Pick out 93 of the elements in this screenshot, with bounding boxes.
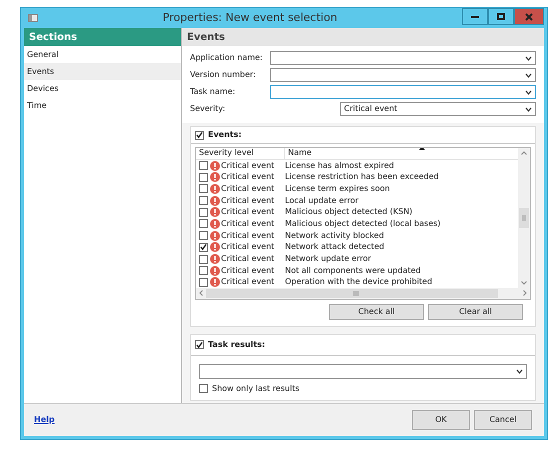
list-button[interactable]: Check all bbox=[329, 304, 424, 320]
checkbox[interactable] bbox=[199, 208, 208, 217]
checkbox[interactable] bbox=[195, 130, 204, 140]
checkbox[interactable] bbox=[199, 384, 208, 394]
maximize-button[interactable] bbox=[488, 8, 514, 25]
combo-field[interactable] bbox=[270, 51, 536, 65]
severity-cell-text: Critical event bbox=[221, 182, 276, 195]
help-link[interactable]: Help bbox=[34, 414, 55, 426]
caret-icon bbox=[525, 90, 532, 94]
severity-cell-text: Critical event bbox=[221, 218, 276, 230]
caret-icon bbox=[525, 56, 532, 60]
severity-cell-text: Critical event bbox=[221, 276, 276, 288]
error-icon bbox=[210, 207, 220, 218]
error-icon bbox=[210, 242, 220, 252]
scroll-up-icon[interactable] bbox=[521, 151, 527, 155]
checkbox[interactable] bbox=[199, 172, 208, 182]
name-cell: Network activity blocked bbox=[285, 230, 384, 242]
severity-cell-text: Critical event bbox=[221, 230, 276, 242]
caret-icon bbox=[525, 72, 532, 78]
error-icon bbox=[210, 196, 220, 206]
severity-cell-text: Critical event bbox=[221, 241, 276, 254]
close-button[interactable] bbox=[514, 8, 544, 25]
name-cell: Malicious object detected (local bases) bbox=[285, 218, 441, 230]
scroll-thumb[interactable] bbox=[206, 288, 498, 298]
error-icon bbox=[210, 266, 220, 276]
minimize-icon bbox=[471, 16, 479, 18]
dropdown[interactable] bbox=[199, 364, 527, 379]
severity-cell-text: Critical event bbox=[221, 264, 276, 277]
name-cell: Operation with the device prohibited bbox=[285, 276, 432, 288]
error-icon bbox=[210, 160, 220, 171]
name-cell: License restriction has been exceeded bbox=[285, 171, 439, 184]
error-icon bbox=[210, 277, 220, 288]
group-label: Task results: bbox=[208, 338, 266, 351]
checkbox[interactable] bbox=[199, 184, 208, 194]
error-icon bbox=[210, 230, 220, 241]
field-label: Task name: bbox=[190, 86, 236, 98]
severity-cell-text: Critical event bbox=[221, 206, 276, 218]
checkbox[interactable] bbox=[199, 266, 208, 276]
section-title: Events bbox=[182, 28, 544, 46]
checkbox[interactable] bbox=[199, 161, 208, 170]
checkbox[interactable] bbox=[199, 196, 208, 206]
severity-cell-text: Critical event bbox=[221, 194, 276, 207]
sidebar-item[interactable]: Time bbox=[24, 97, 181, 114]
scroll-left-icon[interactable] bbox=[199, 290, 203, 296]
error-icon bbox=[210, 184, 220, 194]
column-header[interactable]: Severity level bbox=[196, 148, 285, 160]
checkbox[interactable] bbox=[195, 340, 204, 350]
option-label: Show only last results bbox=[212, 382, 300, 395]
name-cell: Network attack detected bbox=[285, 241, 384, 254]
sidebar-title: Sections bbox=[24, 28, 181, 46]
field-label: Severity: bbox=[190, 103, 226, 115]
error-icon bbox=[210, 254, 220, 264]
checkbox[interactable] bbox=[199, 231, 208, 240]
window-title: Properties: New event selection bbox=[162, 10, 338, 26]
scroll-down-icon[interactable] bbox=[521, 280, 527, 285]
combo-field[interactable] bbox=[270, 85, 536, 99]
name-cell: Local update error bbox=[285, 194, 358, 207]
close-icon bbox=[525, 12, 533, 20]
vertical-scrollbar[interactable] bbox=[518, 148, 530, 288]
dialog-button[interactable]: OK bbox=[412, 410, 470, 430]
checkbox[interactable] bbox=[199, 254, 208, 264]
checkbox[interactable] bbox=[199, 242, 208, 252]
name-cell: Network update error bbox=[285, 253, 372, 266]
caret-icon bbox=[525, 106, 532, 112]
scroll-right-icon[interactable] bbox=[523, 290, 527, 296]
list-button[interactable]: Clear all bbox=[428, 304, 523, 320]
column-header[interactable]: Name bbox=[285, 148, 518, 160]
window-icon bbox=[28, 14, 38, 22]
group-label: Events: bbox=[208, 129, 242, 141]
horizontal-scrollbar[interactable] bbox=[196, 288, 530, 299]
checkbox[interactable] bbox=[199, 278, 208, 287]
severity-cell-text: Critical event bbox=[221, 160, 276, 172]
name-cell: License term expires soon bbox=[285, 182, 390, 195]
error-icon bbox=[210, 218, 220, 229]
name-cell: Malicious object detected (KSN) bbox=[285, 206, 412, 218]
field-label: Version number: bbox=[190, 69, 257, 81]
sidebar-item[interactable]: Devices bbox=[24, 80, 181, 97]
checkbox[interactable] bbox=[199, 219, 208, 228]
error-icon bbox=[210, 172, 220, 182]
severity-cell-text: Critical event bbox=[221, 253, 276, 266]
caret-icon bbox=[516, 368, 523, 374]
combo-field[interactable] bbox=[270, 68, 536, 82]
severity-cell-text: Critical event bbox=[221, 171, 276, 184]
field-label: Application name: bbox=[190, 52, 264, 64]
scroll-thumb[interactable] bbox=[519, 208, 529, 228]
name-cell: License has almost expired bbox=[285, 160, 394, 172]
dropdown[interactable]: Critical event bbox=[340, 102, 536, 116]
sidebar-item[interactable]: General bbox=[24, 46, 181, 63]
name-cell: Not all components were updated bbox=[285, 264, 421, 277]
minimize-button[interactable] bbox=[462, 8, 488, 25]
maximize-icon bbox=[497, 13, 505, 20]
dialog-button[interactable]: Cancel bbox=[474, 410, 532, 430]
sidebar-item[interactable]: Events bbox=[24, 63, 181, 80]
